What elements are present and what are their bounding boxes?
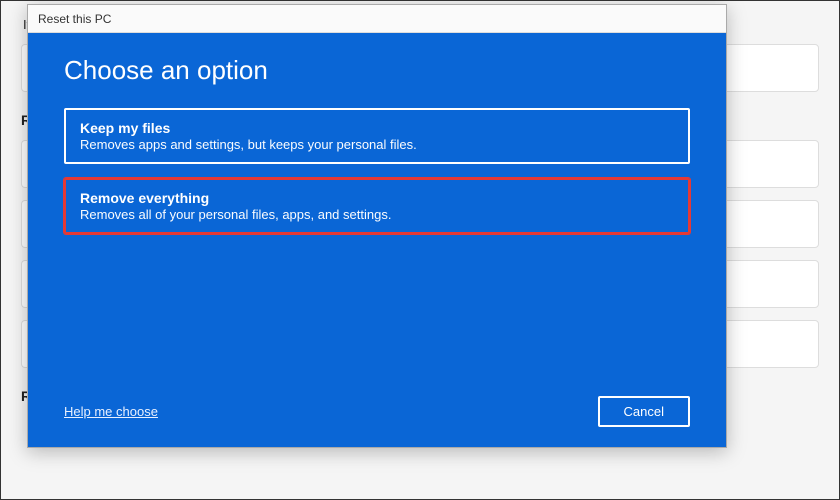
dialog-heading: Choose an option (64, 55, 690, 86)
dialog-title: Reset this PC (38, 12, 111, 26)
option-desc: Removes all of your personal files, apps… (80, 207, 674, 222)
help-me-choose-link[interactable]: Help me choose (64, 404, 158, 419)
option-title: Remove everything (80, 190, 674, 206)
option-title: Keep my files (80, 120, 674, 136)
dialog-body: Choose an option Keep my files Removes a… (28, 33, 726, 447)
option-remove-everything[interactable]: Remove everything Removes all of your pe… (64, 178, 690, 234)
option-keep-my-files[interactable]: Keep my files Removes apps and settings,… (64, 108, 690, 164)
dialog-titlebar: Reset this PC (28, 5, 726, 33)
dialog-footer: Help me choose Cancel (64, 396, 690, 427)
option-desc: Removes apps and settings, but keeps you… (80, 137, 674, 152)
cancel-button[interactable]: Cancel (598, 396, 690, 427)
reset-pc-dialog: Reset this PC Choose an option Keep my f… (27, 4, 727, 448)
